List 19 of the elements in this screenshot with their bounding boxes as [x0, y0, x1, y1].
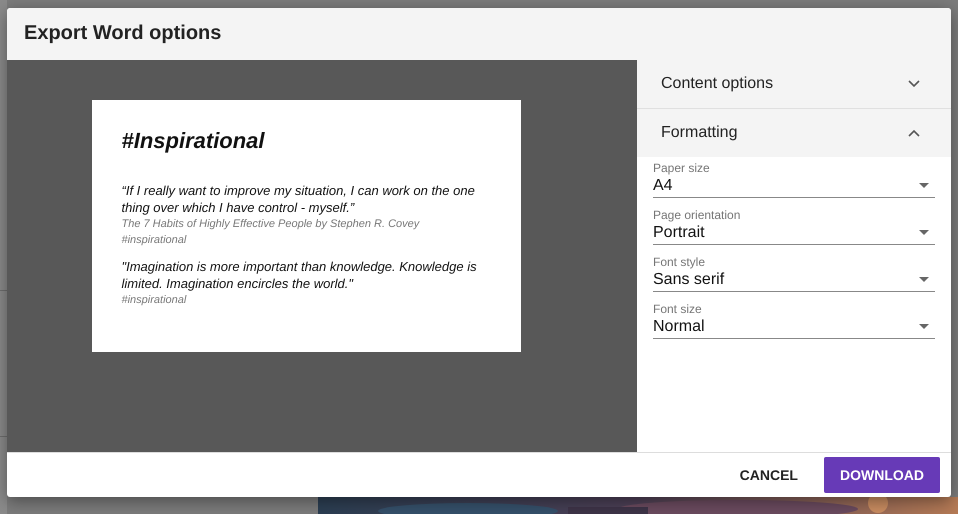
quote-source: The 7 Habits of Highly Effective People by Stephen R. Covey — [122, 216, 421, 232]
dropdown-arrow-icon — [919, 182, 929, 189]
dialog-title: Export Word options — [7, 8, 951, 60]
dropdown-field[interactable]: Font size Normal — [653, 302, 935, 339]
quote-tag: #inspirational — [122, 232, 484, 248]
download-button[interactable]: DOWNLOAD — [824, 457, 940, 494]
dropdown-arrow-icon — [919, 230, 929, 236]
quote-text: "Imagination is more important than knowledge. Knowledge is limited. Imagination encircles the world." — [122, 258, 478, 292]
quote-tag: #inspirational — [122, 292, 484, 308]
dropdown-arrow-icon — [919, 324, 929, 330]
cancel-button[interactable]: CANCEL — [724, 457, 814, 494]
dropdown-field[interactable]: Font style Sans serif — [653, 254, 935, 292]
dropdown-field[interactable]: Page orientation Portrait — [653, 208, 935, 245]
accordion-header[interactable]: Content options — [637, 60, 951, 109]
dropdown-field[interactable]: Paper size A4 — [653, 160, 935, 198]
preview-heading: #Inspirational — [122, 128, 266, 154]
accordion-header[interactable]: Formatting — [637, 108, 951, 157]
quote-text: “If I really want to improve my situation, I can work on the one thing over which I have control - myself.” — [122, 182, 476, 216]
dropdown-arrow-icon — [919, 276, 929, 283]
